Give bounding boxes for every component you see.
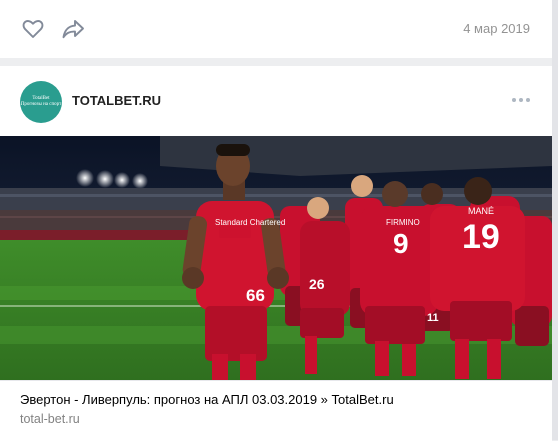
share-arrow-icon[interactable] — [60, 16, 86, 42]
snippet-title[interactable]: Эвертон - Ливерпуль: прогноз на АПЛ 03.0… — [20, 392, 394, 407]
post-card: TotalBet Прогнозы на спорт TOTALBET.RU S… — [0, 66, 552, 441]
avatar-line-2: Прогнозы на спорт — [20, 102, 62, 107]
card-divider — [0, 58, 552, 66]
jersey-name-firmino: FIRMINO — [386, 218, 420, 227]
jersey-number-26: 26 — [309, 276, 325, 292]
like-heart-icon[interactable] — [20, 16, 46, 42]
jersey-number-19: 19 — [462, 218, 500, 256]
author-name[interactable]: TOTALBET.RU — [72, 93, 161, 108]
sponsor-text: Standard Chartered — [215, 218, 286, 227]
jersey-number-11: 11 — [427, 312, 439, 324]
football-celebration-image — [0, 136, 552, 380]
author-avatar[interactable]: TotalBet Прогнозы на спорт — [20, 81, 62, 123]
jersey-name-mane: MANÉ — [468, 206, 495, 216]
post-actions-bar: 4 мар 2019 — [0, 0, 552, 59]
snippet-domain[interactable]: total-bet.ru — [20, 412, 80, 426]
scrollbar-track[interactable] — [552, 0, 558, 440]
more-options-icon[interactable] — [512, 98, 530, 102]
post-photo[interactable]: Standard Chartered 66 26 FIRMINO 9 MANÉ … — [0, 136, 552, 380]
jersey-number-66: 66 — [246, 286, 265, 305]
jersey-number-9: 9 — [393, 228, 409, 259]
link-snippet[interactable]: Эвертон - Ливерпуль: прогноз на АПЛ 03.0… — [0, 380, 552, 441]
post-date[interactable]: 4 мар 2019 — [463, 21, 530, 36]
